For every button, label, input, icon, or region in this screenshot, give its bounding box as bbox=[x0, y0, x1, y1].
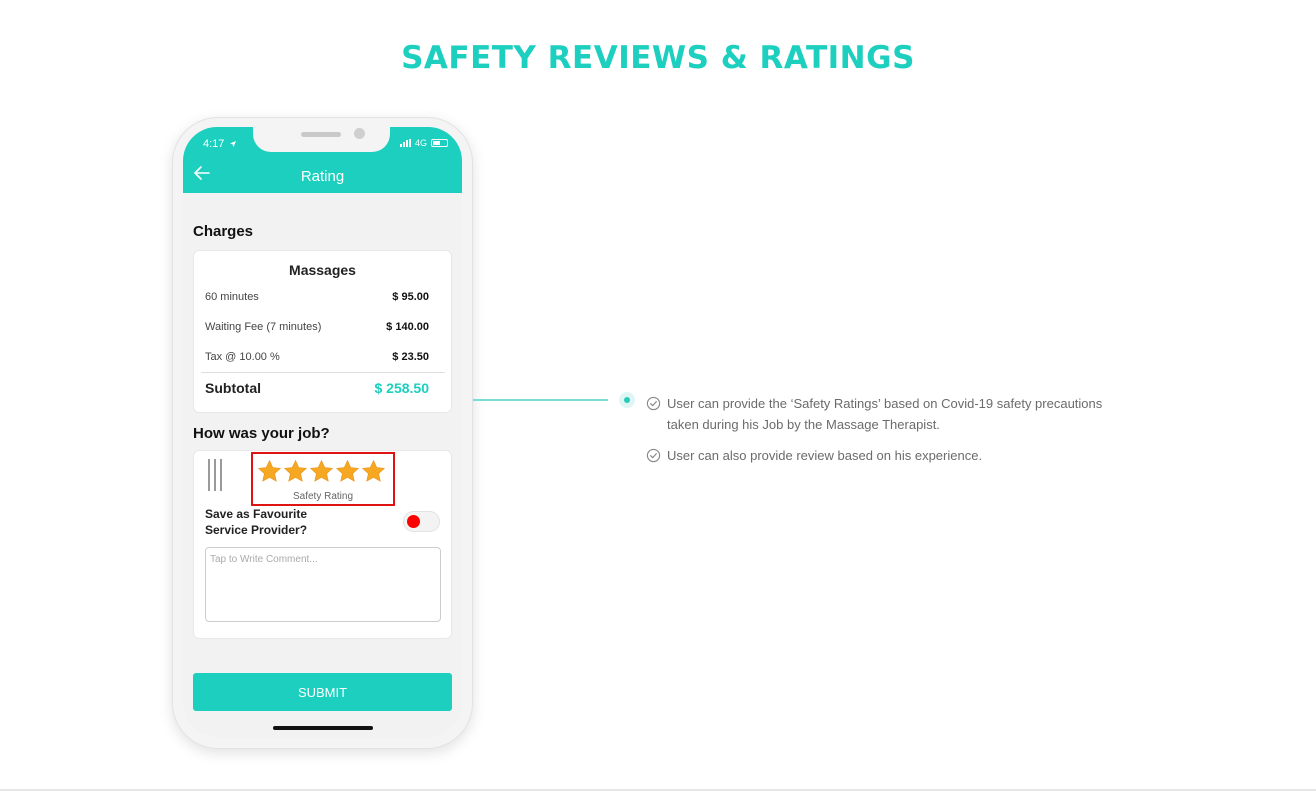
star-rating[interactable] bbox=[257, 459, 386, 484]
phone-screen: 4:17 4G Rating Charges Massages 60 minut… bbox=[183, 127, 462, 737]
check-circle-icon bbox=[646, 396, 661, 411]
review-card: Safety Rating Save as Favourite Service … bbox=[193, 450, 452, 639]
feature-text: User can also provide review based on hi… bbox=[667, 448, 983, 463]
page-title: SAFETY REVIEWS & RATINGS bbox=[401, 40, 915, 76]
star-icon[interactable] bbox=[283, 459, 308, 484]
charge-amount: $ 95.00 bbox=[392, 291, 429, 303]
subtotal-row: Subtotal $ 258.50 bbox=[205, 380, 429, 396]
charges-card-title: Massages bbox=[289, 262, 356, 278]
status-time: 4:17 bbox=[203, 138, 237, 150]
network-label: 4G bbox=[414, 138, 427, 148]
connector-dot bbox=[619, 392, 635, 408]
star-icon[interactable] bbox=[335, 459, 360, 484]
feature-item: User can provide the ‘Safety Ratings’ ba… bbox=[646, 393, 1126, 435]
connector-line bbox=[473, 399, 608, 401]
screen-title: Rating bbox=[300, 168, 345, 185]
star-icon[interactable] bbox=[361, 459, 386, 484]
speaker-grille bbox=[301, 132, 341, 137]
check-circle-icon bbox=[646, 448, 661, 463]
battery-icon bbox=[431, 139, 448, 147]
signal-icon bbox=[399, 139, 411, 147]
subtotal-amount: $ 258.50 bbox=[374, 380, 430, 396]
favourite-toggle[interactable] bbox=[403, 511, 440, 532]
star-icon[interactable] bbox=[309, 459, 334, 484]
home-indicator bbox=[273, 726, 373, 730]
feature-item: User can also provide review based on hi… bbox=[646, 445, 1126, 466]
star-icon[interactable] bbox=[257, 459, 282, 484]
charge-row: Waiting Fee (7 minutes) $ 140.00 bbox=[205, 321, 429, 333]
charge-label: Tax @ 10.00 % bbox=[205, 351, 280, 363]
charge-amount: $ 23.50 bbox=[392, 351, 429, 363]
feature-list: User can provide the ‘Safety Ratings’ ba… bbox=[646, 393, 1126, 476]
phone-notch bbox=[253, 127, 390, 152]
feature-text: User can provide the ‘Safety Ratings’ ba… bbox=[667, 396, 1103, 411]
charge-label: 60 minutes bbox=[205, 291, 259, 303]
favourite-label-line: Save as Favourite bbox=[205, 507, 308, 521]
feature-text: taken during his Job by the Massage Ther… bbox=[667, 417, 940, 432]
review-heading: How was your job? bbox=[193, 425, 330, 442]
charge-row: 60 minutes $ 95.00 bbox=[205, 291, 429, 303]
rating-caption: Safety Rating bbox=[292, 491, 354, 502]
toggle-knob bbox=[407, 515, 420, 528]
favourite-label: Save as Favourite Service Provider? bbox=[205, 506, 365, 538]
charges-heading: Charges bbox=[193, 223, 254, 240]
charges-card: Massages 60 minutes $ 95.00 Waiting Fee … bbox=[193, 250, 452, 413]
app-header: 4:17 4G Rating bbox=[183, 127, 462, 193]
safety-rating-highlight: Safety Rating bbox=[251, 452, 395, 506]
location-arrow-icon bbox=[230, 141, 237, 148]
comment-input[interactable] bbox=[205, 547, 441, 622]
status-indicators: 4G bbox=[399, 138, 448, 148]
charge-amount: $ 140.00 bbox=[386, 321, 429, 333]
front-camera bbox=[354, 128, 365, 139]
subtotal-label: Subtotal bbox=[205, 380, 261, 396]
grip-lines-icon bbox=[208, 459, 226, 491]
divider bbox=[201, 372, 445, 373]
submit-button[interactable]: SUBMIT bbox=[193, 673, 452, 711]
favourite-label-line: Service Provider? bbox=[205, 523, 308, 537]
charge-row: Tax @ 10.00 % $ 23.50 bbox=[205, 351, 429, 363]
charge-label: Waiting Fee (7 minutes) bbox=[205, 321, 322, 333]
